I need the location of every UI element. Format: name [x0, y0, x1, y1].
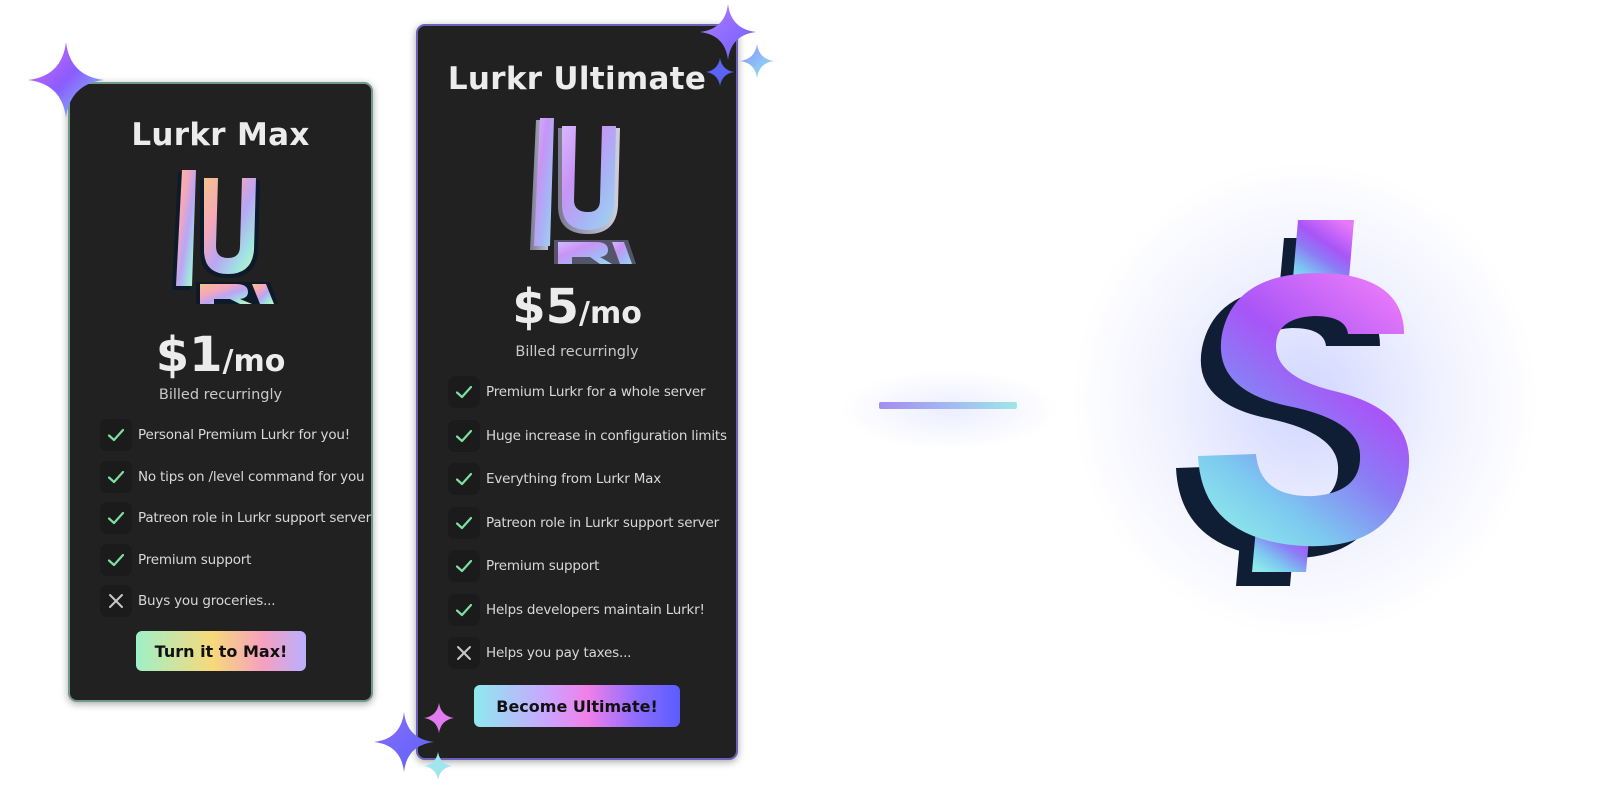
billing-note: Billed recurringly [158, 387, 283, 403]
plan-card-ultimate: Lurkr Ultimate $5/mo Billed recurringly [416, 24, 738, 760]
check-icon [100, 502, 132, 534]
check-icon [448, 376, 480, 408]
feature-text: Helps you pay taxes... [486, 645, 632, 661]
feature-text: Buys you groceries... [138, 593, 276, 609]
feature-text: Patreon role in Lurkr support server [486, 514, 719, 531]
lurkr-logo [530, 118, 636, 264]
feature-text: Helps developers maintain Lurkr! [486, 601, 705, 618]
feature-item: Patreon role in Lurkr support server [100, 502, 371, 534]
feature-list: Premium Lurkr for a whole server Huge in… [448, 376, 727, 681]
price-amount: $1 [155, 327, 223, 383]
feature-text: Premium support [486, 558, 600, 574]
feature-item: Premium support [100, 543, 371, 576]
sparkle-icon [706, 58, 734, 86]
check-icon [448, 593, 480, 626]
plan-price: $5/mo [418, 279, 736, 335]
feature-item: Huge increase in configuration limits [448, 419, 727, 452]
feature-text: Everything from Lurkr Max [486, 471, 662, 487]
feature-item: Patreon role in Lurkr support server [448, 506, 727, 539]
feature-text: Huge increase in configuration limits [486, 427, 727, 444]
sparkle-icon [28, 42, 104, 118]
check-icon [448, 419, 480, 452]
cross-icon [448, 637, 480, 669]
feature-item: Buys you groceries... [100, 585, 371, 617]
feature-text: Personal Premium Lurkr for you! [138, 427, 350, 443]
feature-item: Helps you pay taxes... [448, 637, 727, 669]
billing-note: Billed recurringly [515, 344, 639, 360]
sparkle-icon [424, 703, 454, 733]
feature-item: Everything from Lurkr Max [448, 463, 727, 495]
plan-price: $1/mo [70, 327, 371, 383]
price-amount: $5 [512, 279, 579, 335]
feature-item: No tips on /level command for you [100, 460, 371, 493]
gradient-dash [879, 402, 1017, 409]
check-icon [100, 419, 132, 451]
price-period: /mo [578, 296, 642, 331]
plan-title: Lurkr Max [131, 117, 310, 153]
check-icon [448, 506, 480, 539]
feature-text: Patreon role in Lurkr support server [138, 510, 371, 526]
dash-glow [840, 370, 1060, 450]
check-icon [448, 550, 480, 582]
feature-text: No tips on /level command for you [138, 468, 365, 485]
feature-item: Helps developers maintain Lurkr! [448, 593, 727, 626]
feature-item: Premium support [448, 550, 727, 582]
feature-text: Premium Lurkr for a whole server [486, 384, 706, 400]
check-icon [100, 460, 132, 493]
sparkle-icon [740, 44, 774, 78]
check-icon [100, 543, 132, 576]
turn-it-to-max-button[interactable]: Turn it to Max! [136, 631, 306, 671]
plan-card-max: Lurkr Max $1/mo Billed recurringly Perso… [68, 82, 373, 702]
sparkle-icon [424, 752, 452, 780]
become-ultimate-button[interactable]: Become Ultimate! [474, 685, 680, 727]
dollar-icon [1176, 220, 1410, 586]
cross-icon [100, 585, 132, 617]
check-icon [448, 463, 480, 495]
feature-list: Personal Premium Lurkr for you! No tips … [100, 419, 371, 627]
price-period: /mo [222, 344, 286, 379]
feature-item: Premium Lurkr for a whole server [448, 376, 727, 408]
feature-text: Premium support [138, 551, 252, 568]
lurkr-logo [172, 170, 278, 304]
feature-item: Personal Premium Lurkr for you! [100, 419, 371, 451]
plan-title: Lurkr Ultimate [447, 61, 707, 97]
